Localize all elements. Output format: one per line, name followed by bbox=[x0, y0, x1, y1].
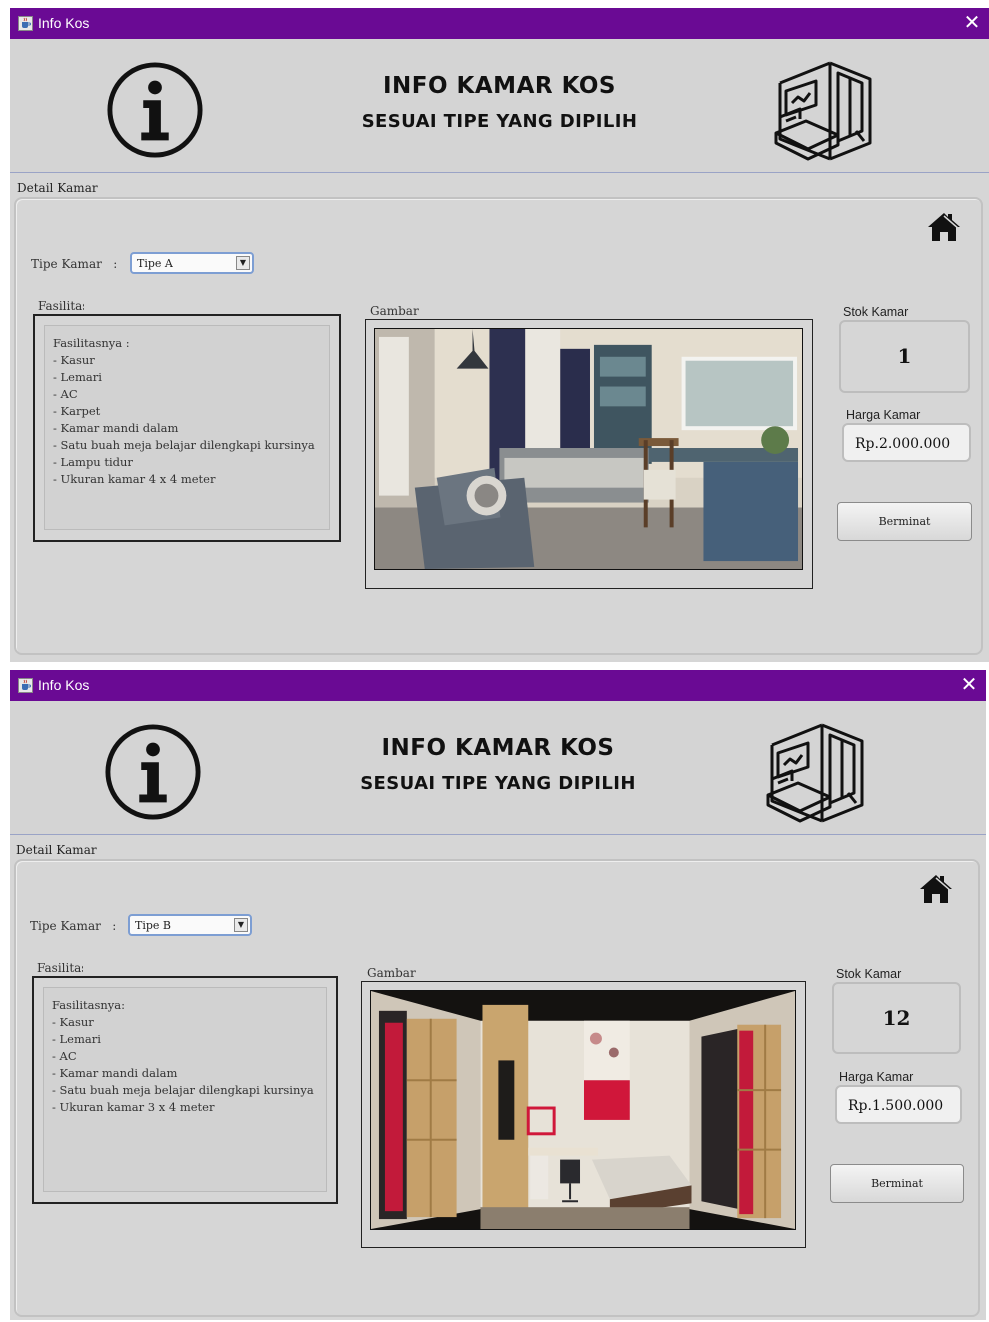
chevron-down-icon[interactable]: ▼ bbox=[234, 918, 248, 932]
fasilitas-line: - Kasur bbox=[52, 1015, 94, 1029]
detail-section-label: Detail Kamar bbox=[16, 843, 97, 857]
fasilitas-line: - Kasur bbox=[53, 353, 95, 367]
fasilitas-label: Fasilitas bbox=[37, 961, 83, 975]
gambar-label: Gambar bbox=[370, 304, 419, 318]
fasilitas-line: - Ukuran kamar 4 x 4 meter bbox=[53, 472, 216, 486]
harga-kamar-value: Rp.1.500.000 bbox=[848, 1098, 944, 1114]
fasilitas-line: - AC bbox=[53, 387, 78, 401]
fasilitas-line: Fasilitasnya: bbox=[52, 998, 126, 1012]
fasilitas-textarea[interactable]: Fasilitasnya : - Kasur - Lemari - AC - K… bbox=[44, 325, 330, 530]
fasilitas-line: - Satu buah meja belajar dilengkapi kurs… bbox=[53, 438, 315, 452]
window-title: Info Kos bbox=[38, 677, 90, 693]
fasilitas-line: - Kamar mandi dalam bbox=[52, 1066, 178, 1080]
tipe-kamar-select[interactable]: Tipe B ▼ bbox=[128, 914, 252, 936]
room-photo-tipe-a bbox=[374, 328, 803, 570]
home-icon[interactable] bbox=[918, 873, 954, 905]
window-title: Info Kos bbox=[38, 15, 90, 31]
header-banner: INFO KAMAR KOS SESUAI TIPE YANG DIPILIH bbox=[10, 39, 989, 173]
header-banner: INFO KAMAR KOS SESUAI TIPE YANG DIPILIH bbox=[10, 701, 986, 835]
java-cup-icon bbox=[18, 678, 33, 693]
stok-kamar-box: 1 bbox=[839, 320, 970, 393]
chevron-down-icon[interactable]: ▼ bbox=[236, 256, 250, 270]
title-bar[interactable]: Info Kos ✕ bbox=[10, 8, 989, 39]
info-kos-window-tipe-a: Info Kos ✕ INFO KAMAR KOS SESUAI TIPE YA… bbox=[10, 8, 989, 662]
fasilitas-line: - Karpet bbox=[53, 404, 101, 418]
harga-kamar-label: Harga Kamar bbox=[846, 408, 921, 422]
close-icon[interactable]: ✕ bbox=[961, 11, 983, 35]
stok-kamar-label: Stok Kamar bbox=[843, 305, 909, 319]
stok-kamar-value: 12 bbox=[882, 1006, 911, 1030]
berminat-button[interactable]: Berminat bbox=[830, 1164, 964, 1203]
room-photo-tipe-b bbox=[370, 990, 796, 1230]
gambar-label: Gambar bbox=[367, 966, 416, 980]
close-icon[interactable]: ✕ bbox=[958, 673, 980, 697]
fasilitas-line: - Kamar mandi dalam bbox=[53, 421, 179, 435]
harga-kamar-value: Rp.2.000.000 bbox=[855, 436, 951, 452]
fasilitas-line: - AC bbox=[52, 1049, 77, 1063]
tipe-kamar-label: Tipe Kamar : bbox=[31, 257, 118, 271]
harga-kamar-label: Harga Kamar bbox=[839, 1070, 914, 1084]
harga-kamar-field[interactable]: Rp.1.500.000 bbox=[835, 1085, 962, 1124]
fasilitas-line: - Lemari bbox=[53, 370, 102, 384]
detail-section-label: Detail Kamar bbox=[17, 181, 98, 195]
fasilitas-line: - Lemari bbox=[52, 1032, 101, 1046]
home-icon[interactable] bbox=[926, 211, 962, 243]
bedroom-icon bbox=[766, 723, 864, 823]
bedroom-icon bbox=[774, 61, 872, 161]
fasilitas-label: Fasilitas bbox=[38, 299, 84, 313]
fasilitas-line: - Lampu tidur bbox=[53, 455, 133, 469]
fasilitas-textarea[interactable]: Fasilitasnya: - Kasur - Lemari - AC - Ka… bbox=[43, 987, 327, 1192]
java-cup-icon bbox=[18, 16, 33, 31]
tipe-kamar-select[interactable]: Tipe A ▼ bbox=[130, 252, 254, 274]
tipe-kamar-value: Tipe A bbox=[137, 257, 173, 270]
harga-kamar-field[interactable]: Rp.2.000.000 bbox=[842, 423, 971, 462]
tipe-kamar-value: Tipe B bbox=[135, 919, 171, 932]
stok-kamar-label: Stok Kamar bbox=[836, 967, 902, 981]
stok-kamar-value: 1 bbox=[897, 344, 912, 368]
title-bar[interactable]: Info Kos ✕ bbox=[10, 670, 986, 701]
fasilitas-line: - Satu buah meja belajar dilengkapi kurs… bbox=[52, 1083, 314, 1097]
berminat-button[interactable]: Berminat bbox=[837, 502, 972, 541]
stok-kamar-box: 12 bbox=[832, 982, 961, 1054]
tipe-kamar-label: Tipe Kamar : bbox=[30, 919, 117, 933]
fasilitas-line: - Ukuran kamar 3 x 4 meter bbox=[52, 1100, 215, 1114]
fasilitas-line: Fasilitasnya : bbox=[53, 336, 130, 350]
info-kos-window-tipe-b: Info Kos ✕ INFO KAMAR KOS SESUAI TIPE YA… bbox=[10, 670, 986, 1320]
